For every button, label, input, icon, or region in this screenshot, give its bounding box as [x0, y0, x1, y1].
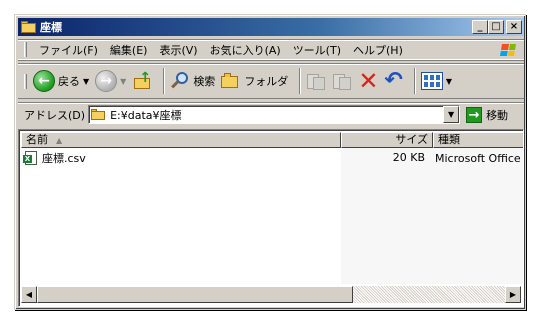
standard-toolbar: ← 戻る ▼ → ▼ ↑ 検索 フォルダ ✕ ↶ ▼ — [18, 63, 524, 99]
address-value: E:¥data¥座標 — [110, 108, 182, 122]
menu-file[interactable]: ファイル(F) — [33, 42, 104, 58]
column-type-label: 種類 — [438, 133, 460, 146]
up-folder-icon: ↑ — [132, 71, 152, 91]
column-name-label: 名前 — [26, 133, 48, 146]
file-list: 名前 ▲ サイズ 種類 X 座標.csv 20 KB Microsoft Offi… — [18, 129, 524, 307]
scroll-left-button[interactable]: ◀ — [21, 286, 37, 303]
address-field[interactable]: E:¥data¥座標 ▼ — [88, 105, 461, 124]
forward-dropdown-icon[interactable]: ▼ — [120, 77, 126, 86]
go-button[interactable]: → 移動 — [466, 106, 509, 123]
undo-button[interactable]: ↶ — [384, 68, 403, 93]
column-size-label: サイズ — [395, 133, 428, 146]
close-button[interactable]: × — [506, 20, 522, 34]
go-arrow-icon: → — [466, 106, 483, 123]
back-button[interactable]: ← 戻る ▼ — [33, 70, 89, 92]
forward-arrow-icon: → — [95, 70, 118, 92]
folder-icon — [21, 21, 37, 33]
menu-help[interactable]: ヘルプ(H) — [347, 42, 409, 58]
menu-edit[interactable]: 編集(E) — [104, 42, 154, 58]
explorer-window: 座標 _ □ × ファイル(F) 編集(E) 表示(V) お気に入り(A) ツー… — [14, 14, 526, 310]
go-label: 移動 — [486, 108, 509, 122]
menu-favorites[interactable]: お気に入り(A) — [204, 42, 287, 58]
toolbar-separator — [413, 68, 416, 94]
sort-ascending-icon: ▲ — [56, 136, 63, 145]
column-header-size[interactable]: サイズ — [341, 132, 433, 148]
search-button[interactable]: 検索 — [170, 71, 215, 91]
back-dropdown-icon[interactable]: ▼ — [83, 77, 89, 86]
windows-logo-icon — [494, 41, 522, 59]
title-bar[interactable]: 座標 _ □ × — [18, 18, 524, 36]
menu-view[interactable]: 表示(V) — [153, 42, 203, 58]
delete-x-icon: ✕ — [358, 67, 379, 95]
views-dropdown-icon[interactable]: ▼ — [446, 77, 452, 86]
file-type: Microsoft Office Excel CSV ファイル — [435, 151, 523, 165]
file-size: 20 KB — [392, 151, 425, 164]
delete-button[interactable]: ✕ — [358, 67, 379, 95]
menu-bar: ファイル(F) 編集(E) 表示(V) お気に入り(A) ツール(T) ヘルプ(… — [18, 39, 524, 60]
search-icon — [170, 71, 190, 91]
column-header-name[interactable]: 名前 ▲ — [21, 132, 341, 148]
search-label: 検索 — [193, 75, 216, 88]
column-header-type[interactable]: 種類 — [433, 132, 523, 148]
address-dropdown-button[interactable]: ▼ — [443, 106, 460, 123]
views-icon — [420, 72, 443, 90]
copy-to-icon — [332, 71, 352, 91]
toolbar-separator — [299, 68, 302, 94]
minimize-button[interactable]: _ — [472, 20, 488, 34]
move-to-icon — [306, 71, 326, 91]
address-label: アドレス(D) — [24, 108, 86, 122]
file-name: 座標.csv — [42, 151, 86, 165]
horizontal-scrollbar[interactable]: ◀ ▶ — [21, 286, 521, 303]
views-button[interactable]: ▼ — [420, 72, 452, 90]
sorted-column-highlight — [341, 148, 523, 284]
maximize-button[interactable]: □ — [488, 20, 504, 34]
forward-button[interactable]: → ▼ — [95, 70, 126, 92]
move-to-button[interactable] — [306, 71, 326, 91]
list-item[interactable]: X 座標.csv 20 KB Microsoft Office Excel CS… — [21, 150, 523, 165]
csv-file-icon: X — [23, 150, 39, 165]
menu-tools[interactable]: ツール(T) — [287, 42, 347, 58]
back-label: 戻る — [58, 75, 80, 88]
folders-button[interactable]: フォルダ — [221, 72, 288, 90]
scroll-thumb[interactable] — [37, 286, 353, 303]
copy-to-button[interactable] — [332, 71, 352, 91]
toolbar-grip[interactable] — [24, 73, 27, 89]
window-title: 座標 — [40, 21, 62, 34]
undo-icon: ↶ — [384, 68, 403, 93]
menu-grip[interactable] — [24, 42, 27, 57]
address-bar: アドレス(D) E:¥data¥座標 ▼ → 移動 — [18, 102, 524, 126]
back-arrow-icon: ← — [33, 70, 55, 92]
up-folder-button[interactable]: ↑ — [132, 71, 152, 91]
toolbar-separator — [163, 68, 166, 94]
scroll-right-button[interactable]: ▶ — [505, 286, 521, 303]
folders-icon — [221, 72, 241, 90]
folder-icon — [91, 109, 106, 120]
folders-label: フォルダ — [244, 75, 289, 88]
column-headers: 名前 ▲ サイズ 種類 — [21, 132, 523, 148]
